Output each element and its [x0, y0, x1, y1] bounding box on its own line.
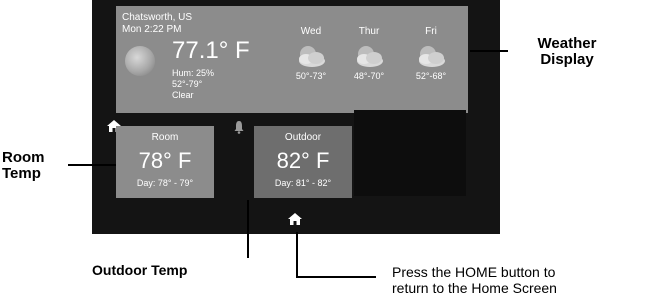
room-temperature: 78° F: [138, 148, 192, 173]
weather-display-label: Weather Display: [512, 36, 622, 68]
weather-datetime: Mon 2:22 PM: [122, 24, 182, 35]
home-button-label: Press the HOME button to return to the H…: [392, 264, 660, 296]
tile-title: Room: [151, 132, 179, 143]
forecast-range: 52°-68°: [415, 71, 447, 81]
outdoor-temp-tile[interactable]: Outdoor 82° F Day: 81° - 82°: [254, 126, 352, 198]
condition: Clear: [172, 90, 194, 100]
label-line: Room: [2, 149, 45, 166]
today-range: 52°-79°: [172, 79, 203, 89]
weather-display[interactable]: Chatsworth, US Mon 2:22 PM 77.1° F Hum: …: [116, 6, 468, 113]
room-day-range: Day: 78° - 79°: [136, 178, 194, 188]
home-callout-line-h: [296, 276, 376, 278]
outdoor-day-range: Day: 81° - 82°: [274, 178, 332, 188]
label-line: Press the HOME button to: [392, 264, 556, 280]
humidity: Hum: 25%: [172, 68, 215, 78]
outdoor-callout-line: [247, 200, 249, 258]
forecast-day: Fri: [425, 26, 437, 37]
current-temperature: 77.1° F: [172, 37, 250, 64]
weather-location: Chatsworth, US: [122, 12, 193, 23]
label-line: Display: [540, 51, 594, 68]
room-temp-tile[interactable]: Room 78° F Day: 78° - 79°: [116, 126, 214, 198]
partly-cloudy-icon: [419, 46, 445, 67]
label-line: return to the Home Screen: [392, 280, 557, 296]
room-temp-label: Room Temp: [2, 150, 72, 182]
empty-tile: [354, 110, 466, 196]
forecast-range: 48°-70°: [353, 71, 385, 81]
weather-callout-line: [470, 50, 508, 52]
bell-icon[interactable]: [234, 120, 244, 134]
forecast-day: Thur: [358, 26, 380, 37]
forecast-thur: Thur 48°-70°: [342, 26, 396, 81]
label-line: Weather: [537, 35, 597, 52]
partly-cloudy-icon: [357, 46, 383, 67]
forecast-day: Wed: [300, 26, 322, 37]
outdoor-temperature: 82° F: [276, 148, 330, 173]
partly-cloudy-icon: [299, 46, 325, 67]
home-callout-line-v: [296, 232, 298, 278]
forecast-wed: Wed 50°-73°: [284, 26, 338, 81]
label-line: Temp: [2, 165, 41, 182]
outdoor-temp-label: Outdoor Temp: [92, 262, 188, 278]
tile-title: Outdoor: [284, 132, 322, 143]
forecast-range: 50°-73°: [295, 71, 327, 81]
sun-icon: [125, 46, 155, 76]
forecast-fri: Fri 52°-68°: [404, 26, 458, 81]
home-icon[interactable]: [287, 212, 303, 226]
room-callout-line: [68, 164, 116, 166]
